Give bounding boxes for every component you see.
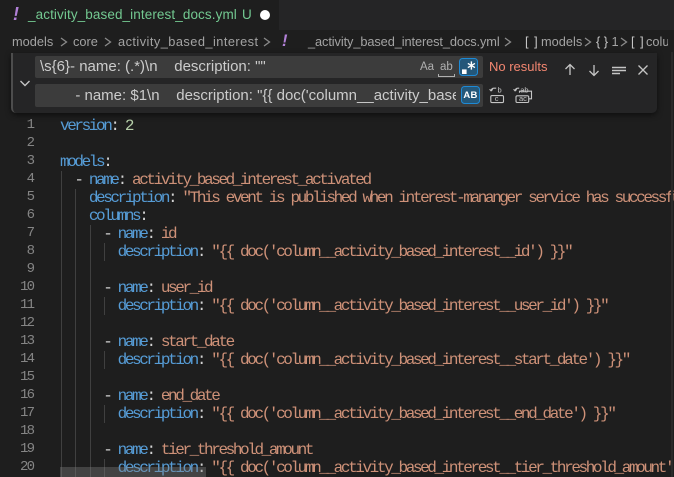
svg-text:ac: ac — [519, 94, 527, 103]
svg-text:b: b — [498, 86, 502, 94]
svg-text:c: c — [495, 94, 499, 103]
svg-text:ab: ab — [520, 86, 528, 94]
